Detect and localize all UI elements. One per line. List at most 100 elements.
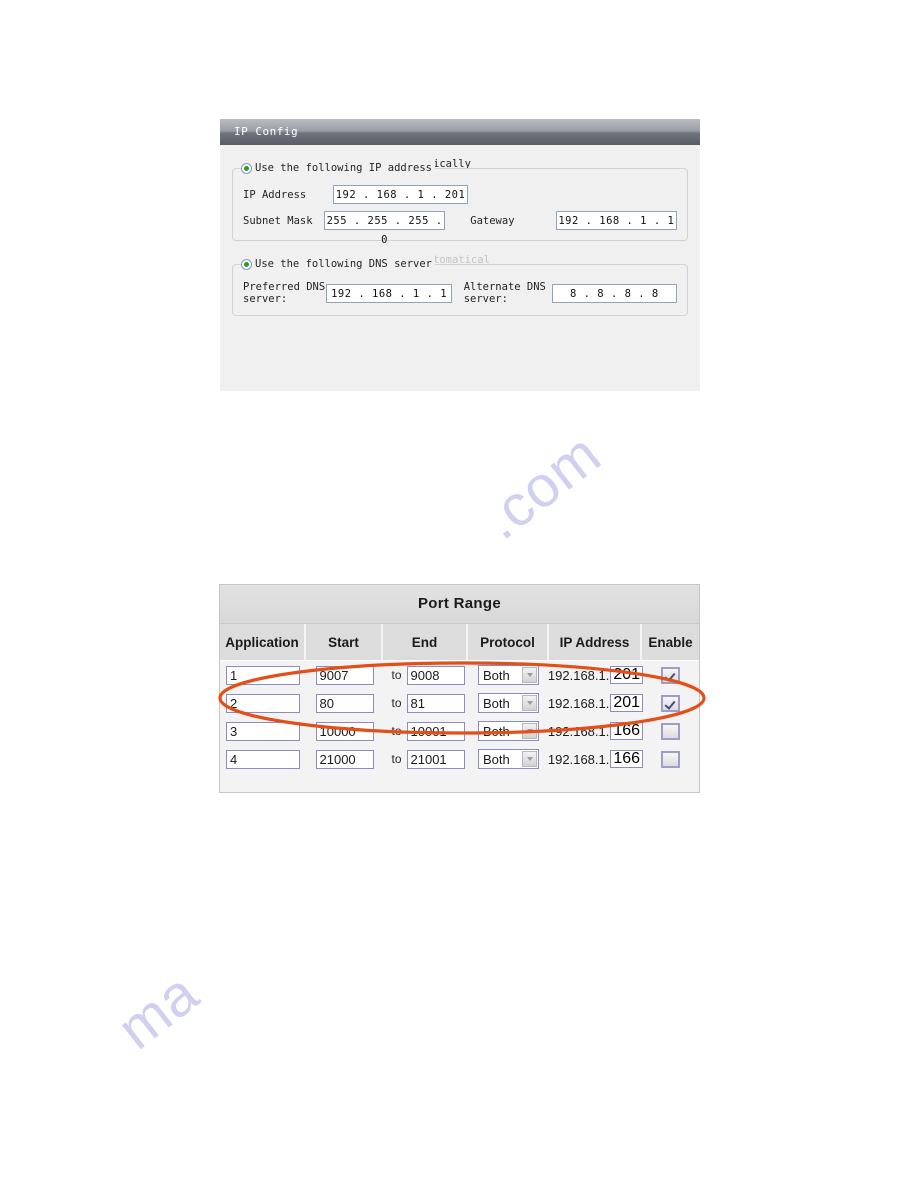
ip-prefix-label: 192.168.1. (547, 667, 610, 683)
port-range-title: Port Range (220, 585, 699, 624)
chevron-down-icon[interactable] (522, 695, 537, 711)
radio-row-use-following-ip[interactable]: Use the following IP address (241, 158, 436, 178)
enable-checkbox[interactable] (661, 750, 680, 768)
start-port-input[interactable]: 9007 (315, 665, 374, 685)
chevron-down-icon[interactable] (522, 667, 537, 683)
cell-enable (642, 689, 699, 717)
preferred-dns-input[interactable]: 192 . 168 . 1 . 1 (326, 283, 452, 303)
ip-config-panel: IP Config Obtain an IP address automatic… (220, 119, 700, 391)
to-label: to (391, 752, 402, 766)
column-header-start: Start (306, 624, 383, 660)
cell-protocol: Both (468, 745, 549, 773)
ip-address-input[interactable]: 192 . 168 . 1 . 201 (333, 185, 468, 204)
radio-use-following-ip-label: Use the following IP address (255, 162, 433, 174)
ip-last-octet-input[interactable]: 201 (610, 694, 644, 712)
radio-use-following-dns-label: Use the following DNS server (255, 258, 433, 270)
cell-start: 80 (306, 689, 383, 717)
protocol-select[interactable]: Both (478, 749, 539, 769)
cell-end: to 9008 (383, 661, 468, 689)
cell-start: 21000 (306, 745, 383, 773)
ip-config-title: IP Config (220, 119, 700, 145)
chevron-down-icon[interactable] (522, 751, 537, 767)
end-port-input[interactable]: 21001 (406, 749, 465, 769)
gateway-input[interactable]: 192 . 168 . 1 . 1 (555, 211, 678, 230)
cell-protocol: Both (468, 661, 549, 689)
table-row: 1 9007 to 9008 Both 192.168.1. 201 (220, 661, 699, 689)
application-input[interactable]: 3 (226, 721, 300, 741)
table-row: 4 21000 to 21001 Both 192.168.1. 166 (220, 745, 699, 773)
cell-application: 1 (220, 661, 306, 689)
cell-application: 4 (220, 745, 306, 773)
subnet-mask-input[interactable]: 255 . 255 . 255 . 0 (323, 211, 446, 246)
ip-last-octet-input[interactable]: 166 (610, 722, 644, 740)
start-port-input[interactable]: 21000 (315, 749, 374, 769)
protocol-select-value: Both (483, 751, 510, 767)
start-port-input[interactable]: 10000 (315, 721, 374, 741)
port-range-header-row: Application Start End Protocol IP Addres… (220, 624, 699, 661)
ip-config-body: Obtain an IP address automatically Use t… (220, 145, 700, 316)
cell-protocol: Both (468, 689, 549, 717)
application-input[interactable]: 1 (226, 665, 300, 685)
use-following-dns-group: Use the following DNS server Preferred D… (232, 254, 688, 316)
radio-use-following-ip-icon[interactable] (241, 162, 252, 174)
cell-enable (642, 745, 699, 773)
preferred-dns-label: Preferred DNS server: (243, 281, 326, 305)
application-input[interactable]: 2 (226, 693, 300, 713)
watermark-left: ma (105, 959, 211, 1063)
radio-row-use-following-dns[interactable]: Use the following DNS server (241, 254, 436, 274)
application-input[interactable]: 4 (226, 749, 300, 769)
cell-enable (642, 661, 699, 689)
cell-enable (642, 717, 699, 745)
port-range-panel: Port Range Application Start End Protoco… (219, 584, 700, 793)
watermark-right: .com (470, 420, 613, 553)
to-label: to (391, 696, 402, 710)
cell-start: 10000 (306, 717, 383, 745)
column-header-application: Application (220, 624, 306, 660)
table-row: 2 80 to 81 Both 192.168.1. 201 (220, 689, 699, 717)
use-following-ip-group: Use the following IP address IP Address … (232, 158, 688, 246)
protocol-select-value: Both (483, 723, 510, 739)
ip-prefix-label: 192.168.1. (547, 695, 610, 711)
ip-address-row: IP Address 192 . 168 . 1 . 201 (243, 185, 677, 204)
ip-prefix-label: 192.168.1. (547, 751, 610, 767)
ip-address-label: IP Address (243, 188, 307, 201)
ip-last-octet-input[interactable]: 166 (610, 750, 644, 768)
to-label: to (391, 668, 402, 682)
table-row: 3 10000 to 10001 Both 192.168.1. 166 (220, 717, 699, 745)
cell-end: to 10001 (383, 717, 468, 745)
column-header-enable: Enable (642, 624, 699, 660)
cell-application: 2 (220, 689, 306, 717)
alternate-dns-input[interactable]: 8 . 8 . 8 . 8 (551, 283, 677, 303)
alternate-dns-label: Alternate DNS server: (463, 281, 546, 305)
cell-ip-address: 192.168.1. 201 (547, 661, 644, 689)
cell-ip-address: 192.168.1. 166 (547, 745, 644, 773)
end-port-input[interactable]: 9008 (406, 665, 465, 685)
subnet-gateway-row: Subnet Mask 255 . 255 . 255 . 0 Gateway … (243, 211, 678, 246)
enable-checkbox[interactable] (661, 666, 680, 684)
cell-ip-address: 192.168.1. 166 (547, 717, 644, 745)
chevron-down-icon[interactable] (522, 723, 537, 739)
ip-last-octet-input[interactable]: 201 (610, 666, 644, 684)
ip-prefix-label: 192.168.1. (547, 723, 610, 739)
dns-servers-row: Preferred DNS server: 192 . 168 . 1 . 1 … (243, 281, 677, 305)
protocol-select[interactable]: Both (478, 721, 539, 741)
radio-use-following-dns-icon[interactable] (241, 258, 252, 270)
gateway-label: Gateway (470, 214, 515, 227)
start-port-input[interactable]: 80 (315, 693, 374, 713)
column-header-ip-address: IP Address (549, 624, 642, 660)
column-header-end: End (383, 624, 468, 660)
end-port-input[interactable]: 81 (406, 693, 465, 713)
cell-protocol: Both (468, 717, 549, 745)
column-header-protocol: Protocol (468, 624, 549, 660)
cell-end: to 21001 (383, 745, 468, 773)
protocol-select[interactable]: Both (478, 665, 539, 685)
cell-start: 9007 (306, 661, 383, 689)
end-port-input[interactable]: 10001 (406, 721, 465, 741)
enable-checkbox[interactable] (661, 694, 680, 712)
protocol-select-value: Both (483, 667, 510, 683)
cell-application: 3 (220, 717, 306, 745)
cell-ip-address: 192.168.1. 201 (547, 689, 644, 717)
enable-checkbox[interactable] (661, 722, 680, 740)
cell-end: to 81 (383, 689, 468, 717)
protocol-select[interactable]: Both (478, 693, 539, 713)
